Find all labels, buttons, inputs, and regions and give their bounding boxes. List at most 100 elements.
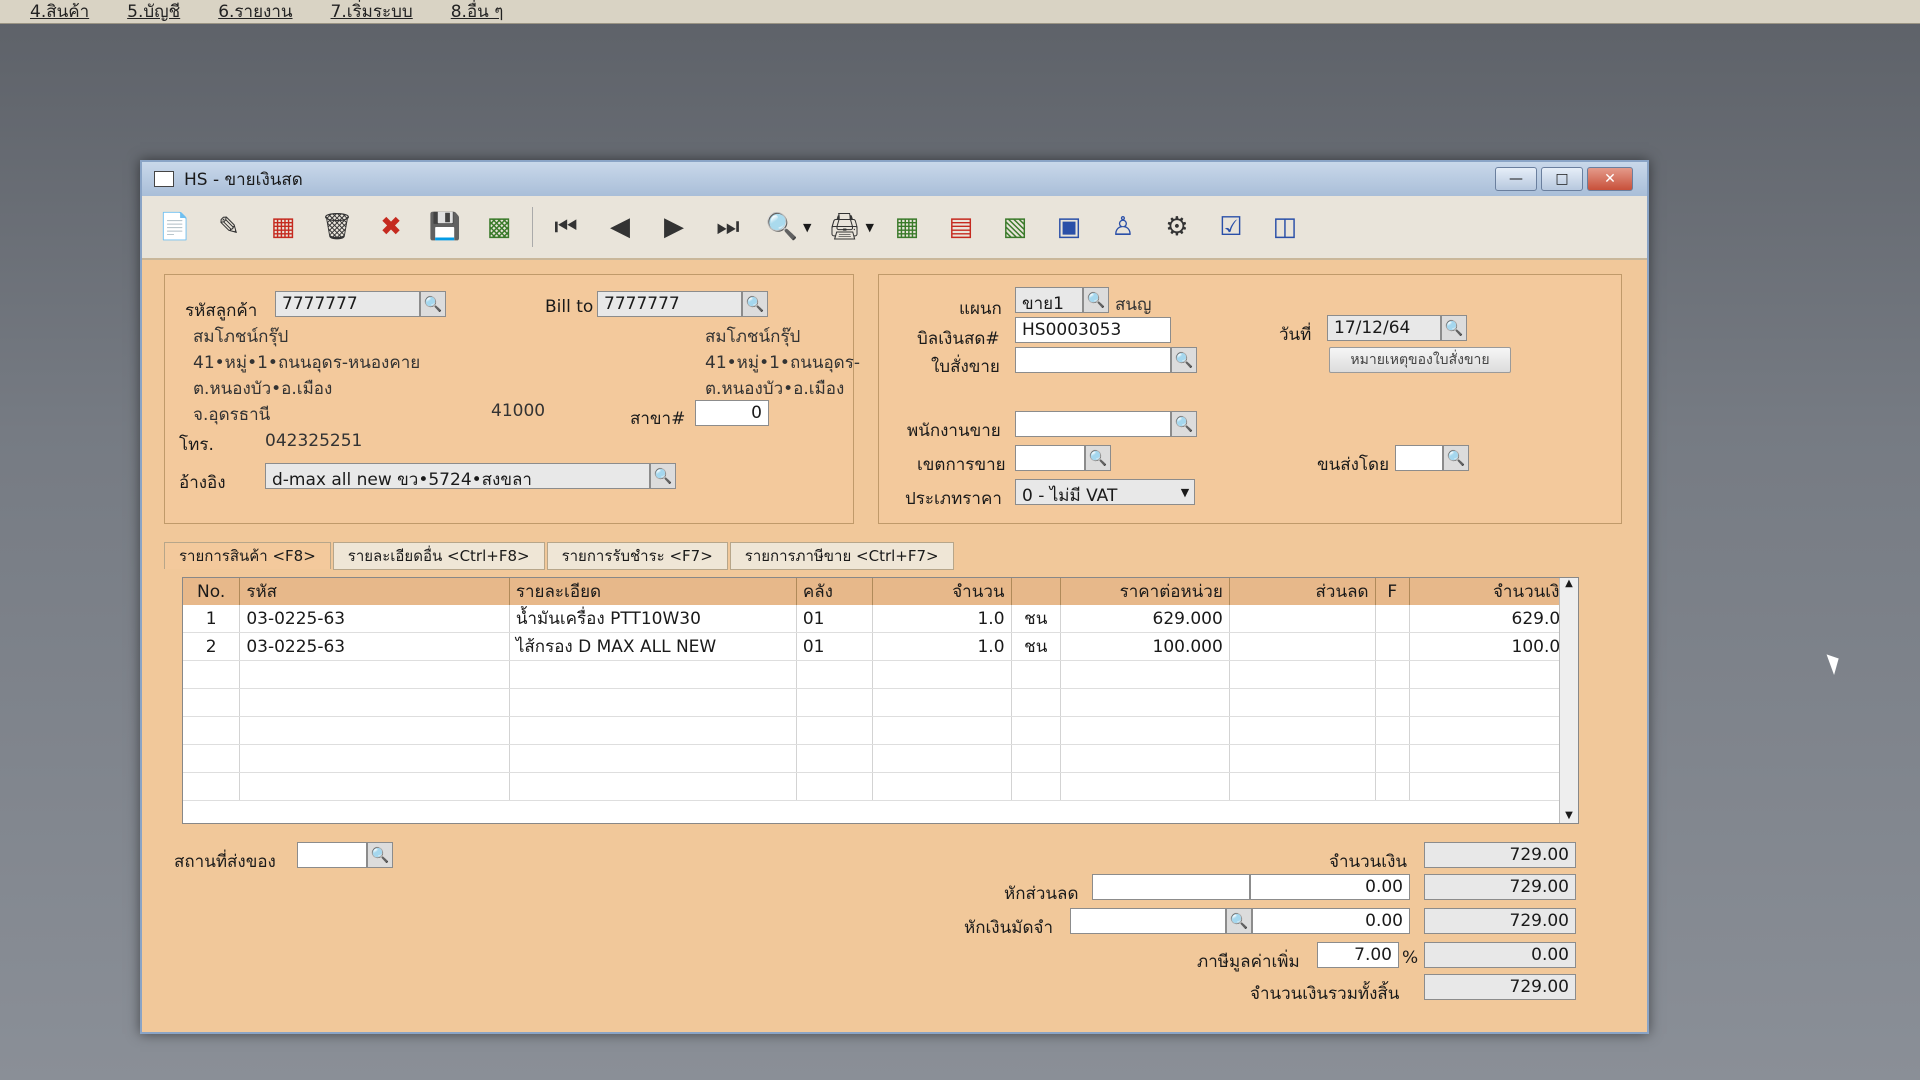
tab-other-details[interactable]: รายละเอียดอื่น <Ctrl+F8> (332, 542, 545, 570)
first-record-icon[interactable]: ⏮ (545, 206, 587, 248)
order-note-button[interactable]: หมายเหตุของใบสั่งขาย (1329, 347, 1511, 373)
maximize-button[interactable]: □ (1541, 167, 1583, 191)
report-icon[interactable]: ▣ (1048, 206, 1090, 248)
scroll-up-icon[interactable]: ▲ (1560, 578, 1578, 589)
chevron-down-icon[interactable]: ▼ (1175, 480, 1195, 504)
next-record-icon[interactable]: ▶ (653, 206, 695, 248)
deposit-search-icon[interactable]: 🔍 (1226, 908, 1252, 934)
tab-payments[interactable]: รายการรับชำระ <F7> (546, 542, 728, 570)
trash-icon[interactable]: 🗑 (316, 206, 358, 248)
sales-order-search-icon[interactable]: 🔍 (1171, 347, 1197, 373)
bill-to-address-1: 41•หมู่•1•ถนนอุดร- (705, 353, 860, 373)
department-field[interactable]: ขาย1 (1015, 287, 1083, 313)
date-field[interactable]: 17/12/64 (1327, 315, 1441, 341)
salesman-field[interactable] (1015, 411, 1171, 437)
customer-code-label: รหัสลูกค้า (185, 301, 258, 321)
department-search-icon[interactable]: 🔍 (1083, 287, 1109, 313)
ship-place-search-icon[interactable]: 🔍 (367, 842, 393, 868)
grid-red-icon[interactable]: ▤ (940, 206, 982, 248)
minimize-button[interactable]: — (1495, 167, 1537, 191)
col-discount[interactable]: ส่วนลด (1229, 578, 1376, 605)
tab-items[interactable]: รายการสินค้า <F8> (164, 542, 331, 569)
col-unit[interactable] (1011, 578, 1061, 605)
user-ok-icon[interactable]: ♙ (1102, 206, 1144, 248)
print-dropdown-icon[interactable]: ▼ (865, 221, 873, 234)
table-row[interactable]: 1 03-0225-63 น้ำมันเครื่อง PTT10W30 01 1… (183, 605, 1578, 633)
menu-other[interactable]: 8.อื่น ๆ (451, 0, 504, 25)
cancel-icon[interactable]: ✖ (370, 206, 412, 248)
approve-icon[interactable]: ⚙ (1156, 206, 1198, 248)
col-warehouse[interactable]: คลัง (796, 578, 874, 605)
discount-field[interactable]: 0.00 (1250, 874, 1410, 900)
table-row[interactable] (183, 660, 1578, 689)
bill-to-name: สมโภชน์กรุ๊ป (705, 327, 801, 347)
col-description[interactable]: รายละเอียด (509, 578, 797, 605)
table-row[interactable] (183, 716, 1578, 745)
save-icon[interactable]: 💾 (424, 206, 466, 248)
col-quantity[interactable]: จำนวน (872, 578, 1012, 605)
bill-to-address-2: ต.หนองบัว•อ.เมือง (705, 379, 845, 399)
menu-products[interactable]: 4.สินค้า (30, 0, 89, 25)
print-icon[interactable]: 🖨 (823, 206, 865, 248)
col-flag[interactable]: F (1375, 578, 1411, 605)
branch-field[interactable]: 0 (695, 400, 769, 426)
void-icon[interactable]: ▦ (262, 206, 304, 248)
salesman-search-icon[interactable]: 🔍 (1171, 411, 1197, 437)
grid-status-icon[interactable]: ▧ (994, 206, 1036, 248)
customer-code-field[interactable]: 7777777 (275, 291, 420, 317)
bill-number-field[interactable]: HS0003053 (1015, 317, 1171, 343)
table-row[interactable] (183, 688, 1578, 717)
grid-green-icon[interactable]: ▦ (886, 206, 928, 248)
app-icon (154, 171, 174, 187)
sales-area-search-icon[interactable]: 🔍 (1085, 445, 1111, 471)
customer-address-3: จ.อุดรธานี (193, 405, 271, 425)
title-bar: HS - ขายเงินสด — □ ✕ (142, 162, 1647, 196)
col-code[interactable]: รหัส (239, 578, 510, 605)
scroll-down-icon[interactable]: ▼ (1560, 810, 1578, 821)
deposit-text-field[interactable] (1070, 908, 1226, 934)
cell-no: 2 (183, 632, 241, 661)
customer-address-1: 41•หมู่•1•ถนนอุดร-หนองคาย (193, 353, 421, 373)
amount-field: 729.00 (1424, 842, 1576, 868)
col-unit-price[interactable]: ราคาต่อหน่วย (1060, 578, 1230, 605)
customer-search-icon[interactable]: 🔍 (420, 291, 446, 317)
grid-scrollbar[interactable]: ▲ ▼ (1559, 578, 1578, 823)
money-icon[interactable]: ▩ (478, 206, 520, 248)
col-no[interactable]: No. (183, 578, 241, 605)
table-row[interactable] (183, 744, 1578, 773)
find-doc-icon[interactable]: 🔍 (761, 206, 803, 248)
sales-area-label: เขตการขาย (917, 455, 1006, 475)
prev-record-icon[interactable]: ◀ (599, 206, 641, 248)
salesman-label: พนักงานขาย (907, 421, 1001, 441)
bill-to-search-icon[interactable]: 🔍 (742, 291, 768, 317)
menu-setup[interactable]: 7.เริ่มระบบ (331, 0, 413, 25)
sales-area-field[interactable] (1015, 445, 1085, 471)
date-picker-icon[interactable]: 🔍 (1441, 315, 1467, 341)
table-row[interactable] (183, 772, 1578, 801)
menu-reports[interactable]: 6.รายงาน (218, 0, 292, 25)
vat-rate-field[interactable]: 7.00 (1317, 942, 1399, 968)
ship-place-field[interactable] (297, 842, 367, 868)
find-dropdown-icon[interactable]: ▼ (803, 221, 811, 234)
ok-doc-icon[interactable]: ☑ (1210, 206, 1252, 248)
cell-warehouse: 01 (796, 605, 874, 633)
col-amount[interactable]: จำนวนเงิน (1409, 578, 1578, 605)
tab-sales-tax[interactable]: รายการภาษีขาย <Ctrl+F7> (729, 542, 954, 570)
discount-text-field[interactable] (1092, 874, 1250, 900)
edit-icon[interactable]: ✎ (208, 206, 250, 248)
table-row[interactable]: 2 03-0225-63 ไส้กรอง D MAX ALL NEW 01 1.… (183, 632, 1578, 661)
close-button[interactable]: ✕ (1587, 167, 1633, 191)
date-label: วันที่ (1279, 325, 1312, 345)
last-record-icon[interactable]: ⏭ (707, 206, 749, 248)
ship-by-field[interactable] (1395, 445, 1443, 471)
sales-order-field[interactable] (1015, 347, 1171, 373)
reference-search-icon[interactable]: 🔍 (650, 463, 676, 489)
ship-by-search-icon[interactable]: 🔍 (1443, 445, 1469, 471)
deposit-field[interactable]: 0.00 (1252, 908, 1410, 934)
network-icon[interactable]: ◫ (1264, 206, 1306, 248)
menu-accounting[interactable]: 5.บัญชี (127, 0, 180, 25)
bill-to-field[interactable]: 7777777 (597, 291, 742, 317)
new-doc-icon[interactable]: 📄 (154, 206, 196, 248)
price-type-select[interactable]: 0 - ไม่มี VAT (1015, 479, 1195, 505)
reference-field[interactable]: d-max all new ขว•5724•สงขลา (265, 463, 650, 489)
